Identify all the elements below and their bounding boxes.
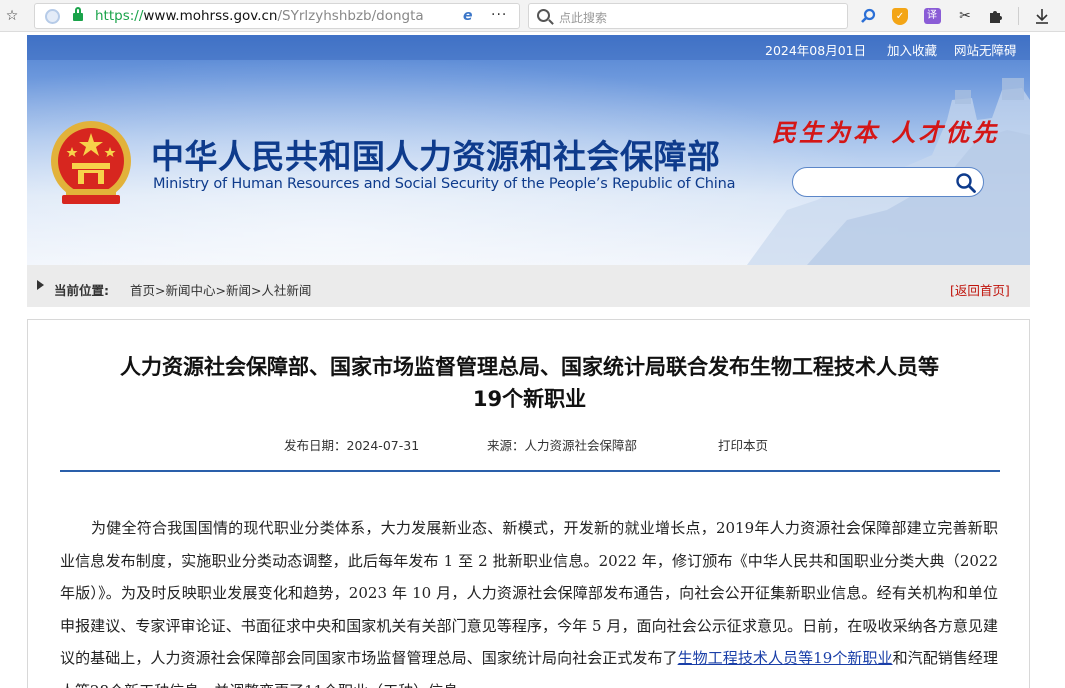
browser-toolbar: ☆ https://www.mohrss.gov.cn/SYrlzyhshbzb… — [0, 0, 1065, 32]
site-header-banner: 2024年08月01日 加入收藏 网站无障碍 中华人民共和国人力资源和社会保障部… — [27, 35, 1030, 265]
title-divider — [60, 470, 1000, 472]
article-source: 来源：人力资源社会保障部 — [487, 438, 638, 453]
search-icon — [537, 9, 550, 22]
site-shield-icon[interactable] — [45, 9, 60, 24]
article-title: 人力资源社会保障部、国家市场监督管理总局、国家统计局联合发布生物工程技术人员等 … — [48, 351, 1011, 415]
toolbar-separator — [1018, 7, 1019, 25]
ie-mode-icon[interactable]: e — [463, 8, 473, 24]
download-icon[interactable] — [1032, 6, 1052, 26]
search-extension-icon[interactable] — [858, 6, 878, 26]
url-path: /SYrlzyhshbzb/dongta — [277, 8, 424, 24]
url-host: www.mohrss.gov.cn — [143, 8, 278, 24]
lock-icon[interactable] — [73, 7, 83, 21]
scissors-icon[interactable]: ✂ — [955, 6, 975, 26]
url-text[interactable]: https://www.mohrss.gov.cn/SYrlzyhshbzb/d… — [95, 8, 457, 26]
security-shield-icon[interactable]: ✓ — [890, 6, 910, 26]
add-favorite-link[interactable]: 加入收藏 — [887, 40, 937, 59]
browser-search-box[interactable]: 点此搜索 — [528, 3, 848, 29]
ministry-title-en: Ministry of Human Resources and Social S… — [153, 176, 736, 192]
breadcrumb-arrow-icon — [37, 280, 44, 290]
more-icon[interactable]: ··· — [491, 7, 507, 23]
search-placeholder: 点此搜索 — [559, 11, 608, 25]
new-occupations-link[interactable]: 生物工程技术人员等19个新职业 — [678, 649, 893, 667]
ministry-title-cn: 中华人民共和国人力资源和社会保障部 — [151, 137, 721, 176]
article-body-text: 为健全符合我国国情的现代职业分类体系，大力发展新业态、新模式，开发新的就业增长点… — [60, 519, 998, 667]
banner-top-strip — [27, 35, 1030, 60]
breadcrumb-path[interactable]: 首页>新闻中心>新闻>人社新闻 — [130, 280, 311, 299]
publish-date: 发布日期：2024-07-31 — [284, 438, 420, 453]
extensions-puzzle-icon[interactable] — [986, 6, 1006, 26]
favorites-star-icon[interactable]: ☆ — [2, 6, 22, 26]
address-bar[interactable]: https://www.mohrss.gov.cn/SYrlzyhshbzb/d… — [34, 3, 539, 29]
great-wall-illustration — [747, 78, 1030, 265]
back-to-home-link[interactable]: [返回首页] — [950, 280, 1010, 299]
print-page-link[interactable]: 打印本页 — [718, 435, 768, 454]
ministry-slogan: 民生为本 人才优先 — [772, 118, 1000, 147]
site-search-icon[interactable] — [955, 172, 977, 194]
national-emblem-logo — [51, 121, 131, 204]
breadcrumb: 当前位置: 首页>新闻中心>新闻>人社新闻 [返回首页] — [27, 265, 1030, 307]
article-title-line-2: 19个新职业 — [472, 387, 587, 411]
article-panel: 人力资源社会保障部、国家市场监督管理总局、国家统计局联合发布生物工程技术人员等 … — [27, 319, 1030, 688]
accessibility-link[interactable]: 网站无障碍 — [954, 40, 1017, 59]
article-title-line-1: 人力资源社会保障部、国家市场监督管理总局、国家统计局联合发布生物工程技术人员等 — [120, 355, 939, 379]
breadcrumb-label: 当前位置: — [54, 283, 109, 298]
url-scheme: https:// — [95, 8, 144, 24]
current-date: 2024年08月01日 — [765, 43, 867, 58]
translate-icon[interactable]: 译 — [922, 6, 942, 26]
article-paragraph: 为健全符合我国国情的现代职业分类体系，大力发展新业态、新模式，开发新的就业增长点… — [60, 512, 998, 688]
